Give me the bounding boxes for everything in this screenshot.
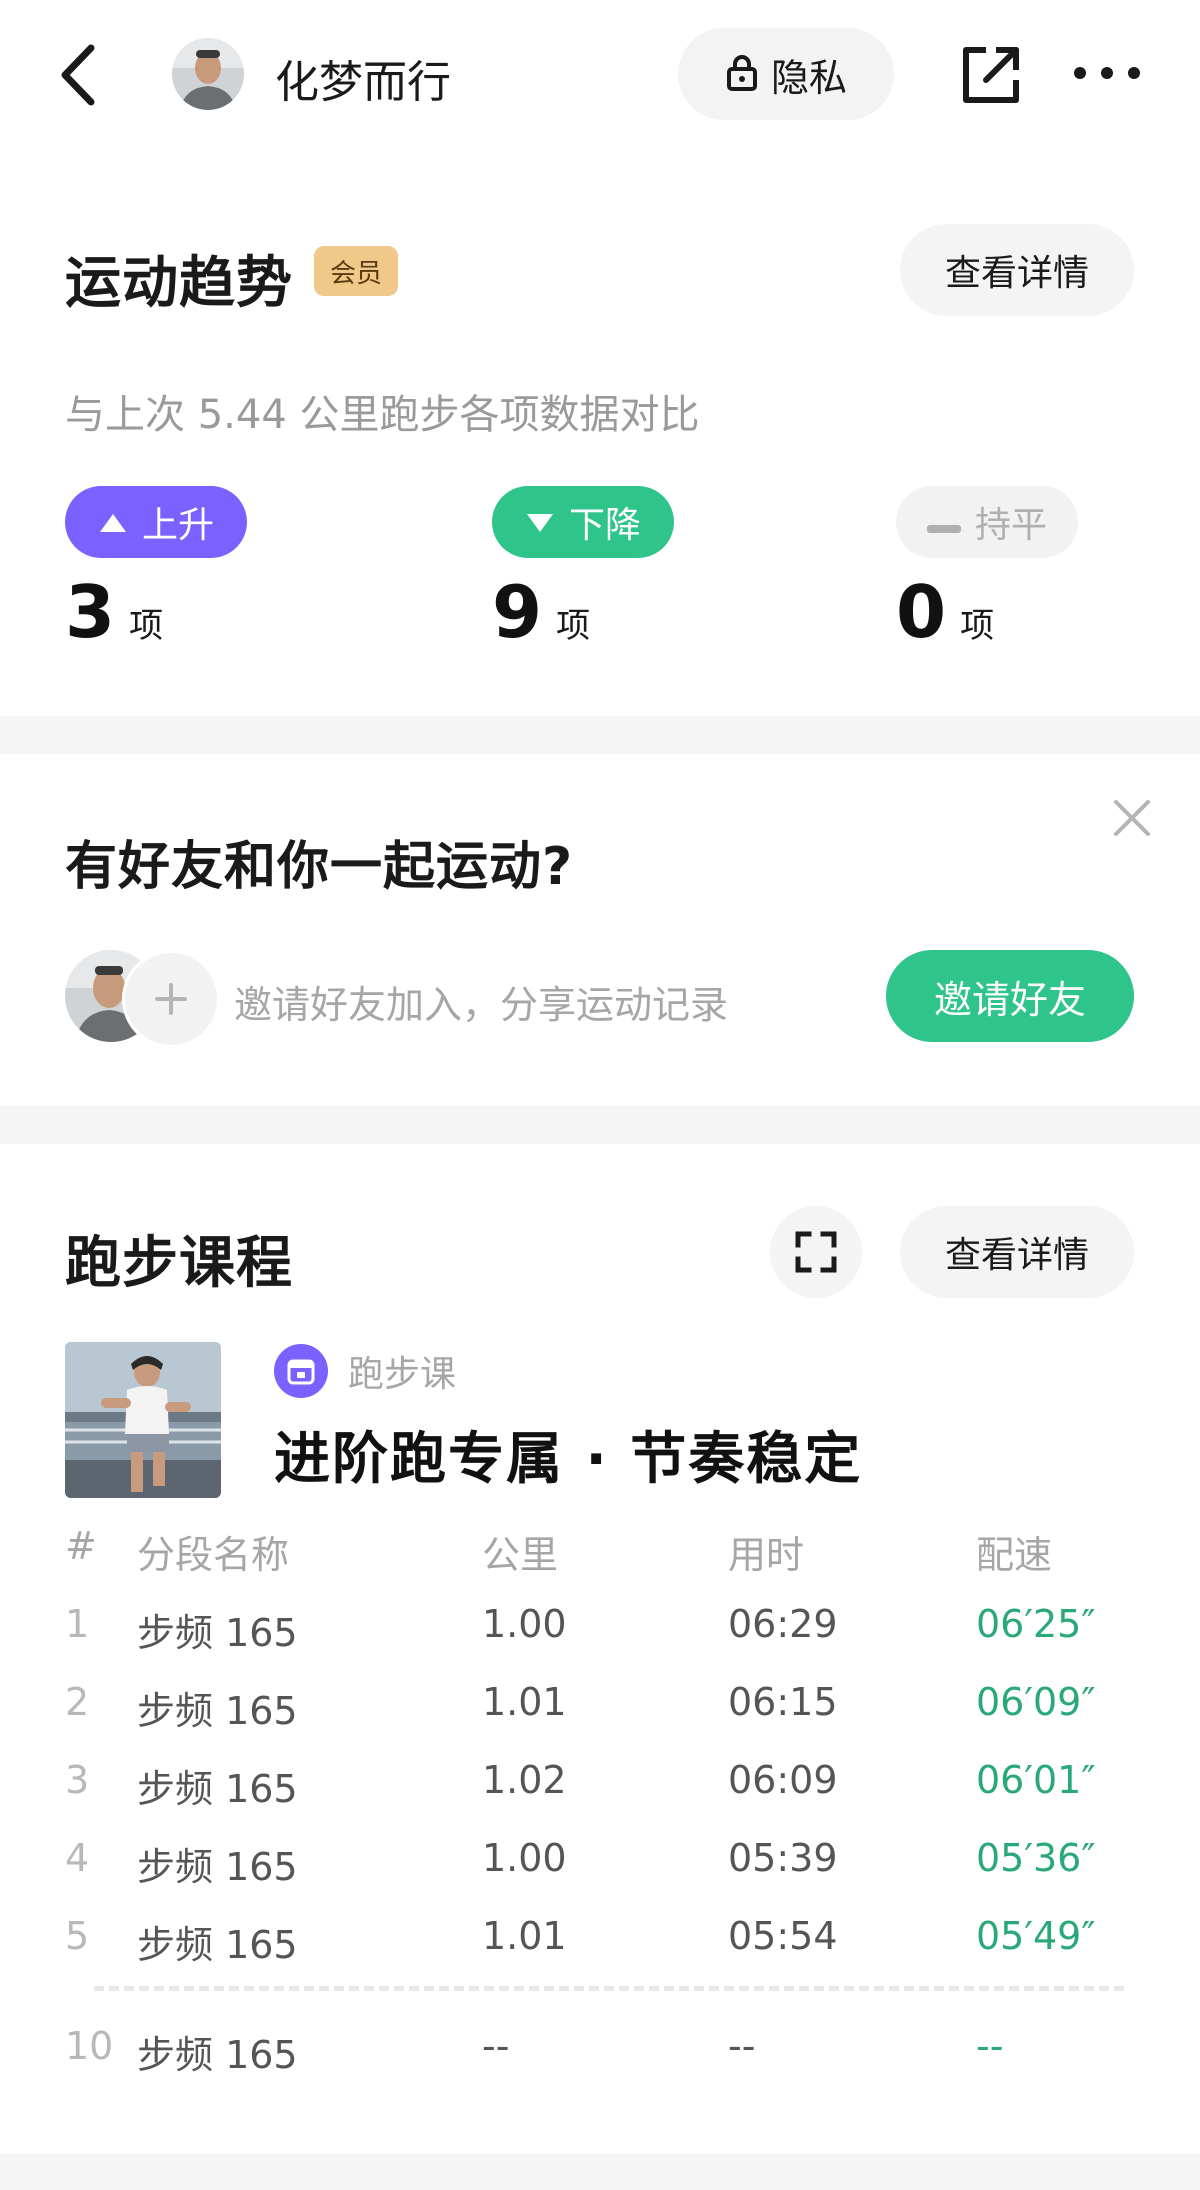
privacy-button[interactable]: 隐私 [678, 28, 894, 120]
row-km: 1.00 [482, 1602, 567, 1646]
count-number: 9 [492, 570, 543, 654]
back-icon[interactable] [55, 40, 105, 110]
col-time: 用时 [728, 1533, 805, 1577]
avatar[interactable] [172, 38, 244, 110]
row-idx: 1 [65, 1602, 90, 1646]
row-km: 1.01 [482, 1914, 567, 1958]
close-icon[interactable] [1112, 798, 1152, 838]
trend-section: 运动趋势 会员 查看详情 与上次 5.44 公里跑步各项数据对比 上升 下降 持… [0, 150, 1200, 716]
top-bar: 化梦而行 隐私 [0, 0, 1200, 150]
row-name: 步频 165 [137, 1611, 298, 1655]
section-divider [0, 716, 1200, 754]
triangle-down-icon [525, 502, 555, 543]
col-name: 分段名称 [137, 1533, 290, 1577]
compare-text: 与上次 5.44 公里跑步各项数据对比 [65, 392, 700, 438]
table-header: # 分段名称 公里 用时 配速 [0, 1524, 1200, 1584]
row-pace: 05′49″ [976, 1914, 1096, 1958]
count-number: 0 [896, 570, 947, 654]
count-unit: 项 [960, 606, 995, 646]
course-title: 跑步课程 [65, 1231, 293, 1296]
user-name[interactable]: 化梦而行 [275, 46, 451, 110]
table-row: 1 步频 165 1.00 06:29 06′25″ [0, 1602, 1200, 1662]
minus-icon [926, 502, 961, 543]
count-number: 3 [65, 570, 116, 654]
row-pace: -- [976, 2024, 1004, 2068]
row-idx: 4 [65, 1836, 90, 1880]
row-km: -- [482, 2024, 510, 2068]
table-row: 4 步频 165 1.00 05:39 05′36″ [0, 1836, 1200, 1896]
count-unit: 项 [556, 606, 591, 646]
section-divider [0, 1106, 1200, 1144]
more-icon[interactable] [1072, 58, 1142, 88]
row-name: 步频 165 [137, 1845, 298, 1889]
row-name: 步频 165 [137, 1923, 298, 1967]
add-friend-icon[interactable] [122, 950, 220, 1048]
privacy-label: 隐私 [770, 55, 847, 100]
calendar-icon [274, 1344, 328, 1398]
row-time: 05:39 [728, 1836, 838, 1880]
row-pace: 06′09″ [976, 1680, 1096, 1724]
row-km: 1.00 [482, 1836, 567, 1880]
trend-title: 运动趋势 [65, 251, 293, 316]
trend-up-pill[interactable]: 上升 [65, 486, 247, 558]
trend-down-pill[interactable]: 下降 [492, 486, 674, 558]
invite-text: 邀请好友加入，分享运动记录 [234, 983, 729, 1027]
trend-down-count: 9 项 [492, 570, 590, 654]
row-idx: 3 [65, 1758, 90, 1802]
expand-icon[interactable] [770, 1206, 862, 1298]
row-time: -- [728, 2024, 756, 2068]
friends-title: 有好友和你一起运动? [65, 837, 574, 897]
friends-section: 有好友和你一起运动? 邀请好友加入，分享运动记录 邀请好友 [0, 754, 1200, 1106]
col-pace: 配速 [976, 1533, 1053, 1577]
trend-up-count: 3 项 [65, 570, 163, 654]
table-row: 10 步频 165 -- -- -- [0, 2024, 1200, 2084]
course-tag-label: 跑步课 [348, 1354, 457, 1395]
col-idx: # [65, 1524, 97, 1568]
trend-flat-pill[interactable]: 持平 [896, 486, 1078, 558]
course-thumbnail[interactable] [65, 1342, 221, 1498]
vip-badge: 会员 [314, 246, 398, 296]
row-km: 1.02 [482, 1758, 567, 1802]
row-name: 步频 165 [137, 2033, 298, 2077]
count-unit: 项 [129, 606, 164, 646]
row-time: 06:09 [728, 1758, 838, 1802]
course-tag: 跑步课 [274, 1344, 456, 1398]
course-name[interactable]: 进阶跑专属 · 节奏稳定 [274, 1414, 862, 1495]
course-detail-button[interactable]: 查看详情 [900, 1206, 1134, 1298]
row-time: 06:15 [728, 1680, 838, 1724]
share-icon[interactable] [960, 44, 1022, 106]
section-divider [0, 2154, 1200, 2190]
trend-down-label: 下降 [568, 505, 641, 546]
row-idx: 2 [65, 1680, 90, 1724]
row-time: 05:54 [728, 1914, 838, 1958]
row-name: 步频 165 [137, 1767, 298, 1811]
row-pace: 06′01″ [976, 1758, 1096, 1802]
table-row: 3 步频 165 1.02 06:09 06′01″ [0, 1758, 1200, 1818]
row-km: 1.01 [482, 1680, 567, 1724]
table-divider [94, 1986, 1124, 1991]
table-row: 2 步频 165 1.01 06:15 06′09″ [0, 1680, 1200, 1740]
trend-detail-button[interactable]: 查看详情 [900, 224, 1134, 316]
table-row: 5 步频 165 1.01 05:54 05′49″ [0, 1914, 1200, 1974]
row-pace: 06′25″ [976, 1602, 1096, 1646]
invite-friend-button[interactable]: 邀请好友 [886, 950, 1134, 1042]
trend-flat-count: 0 项 [896, 570, 994, 654]
row-pace: 05′36″ [976, 1836, 1096, 1880]
lock-icon [725, 53, 759, 95]
course-section: 跑步课程 查看详情 跑步课 进阶跑专属 · 节奏稳定 # 分段名称 公里 用时 … [0, 1144, 1200, 2190]
row-time: 06:29 [728, 1602, 838, 1646]
trend-up-label: 上升 [141, 505, 214, 546]
triangle-up-icon [98, 502, 128, 543]
row-idx: 10 [65, 2024, 114, 2068]
trend-flat-label: 持平 [974, 505, 1047, 546]
row-idx: 5 [65, 1914, 90, 1958]
row-name: 步频 165 [137, 1689, 298, 1733]
col-km: 公里 [482, 1533, 559, 1577]
